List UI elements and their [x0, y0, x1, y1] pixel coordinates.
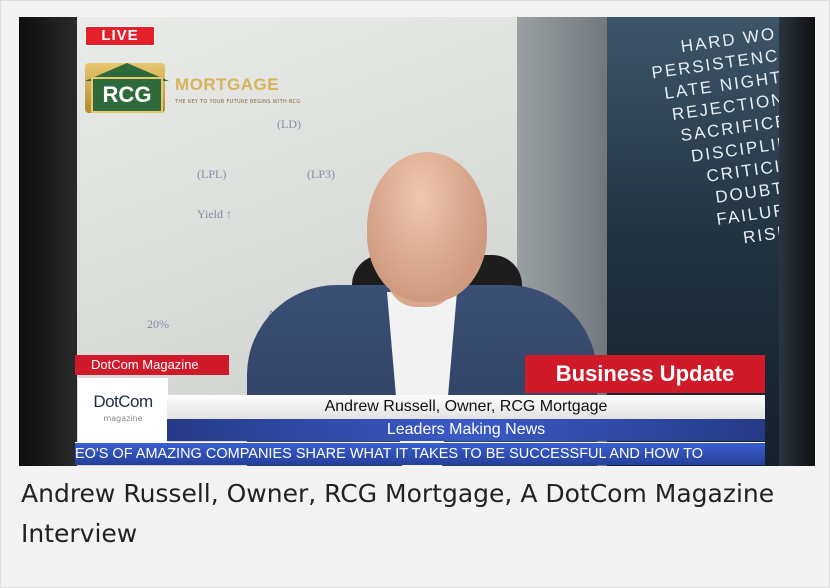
leaders-bar: Leaders Making News: [167, 419, 765, 441]
guest-name-bar: Andrew Russell, Owner, RCG Mortgage: [167, 395, 765, 419]
video-caption[interactable]: Andrew Russell, Owner, RCG Mortgage, A D…: [21, 474, 811, 554]
business-update-banner: Business Update: [525, 355, 765, 393]
rcg-mortgage-logo: RCG MORTGAGE THE KEY TO YOUR FUTURE BEGI…: [83, 53, 309, 127]
dotcom-magazine-logo: DotCom magazine: [77, 377, 169, 443]
blurred-background-right: [779, 17, 815, 466]
speaker-head: [367, 152, 487, 302]
logo-magazine-text: magazine: [103, 414, 143, 423]
logo-mark-text: RCG: [91, 77, 163, 113]
live-badge: LIVE: [85, 26, 155, 46]
logo-tagline: THE KEY TO YOUR FUTURE BEGINS WITH RCG: [175, 99, 301, 105]
logo-dotcom-text: DotCom: [93, 392, 153, 411]
video-player[interactable]: (LPL) (LD) (LP3) Yield ↑ 20% ANDRESS HAR…: [19, 17, 815, 466]
lower-third: DotCom Magazine Business Update DotCom m…: [75, 355, 765, 465]
magazine-label: DotCom Magazine: [75, 355, 229, 375]
news-ticker: EO'S OF AMAZING COMPANIES SHARE WHAT IT …: [75, 442, 765, 465]
blurred-background-left: [19, 17, 77, 466]
logo-brand-text: MORTGAGE: [175, 75, 280, 94]
video-card: (LPL) (LD) (LP3) Yield ↑ 20% ANDRESS HAR…: [0, 0, 830, 588]
